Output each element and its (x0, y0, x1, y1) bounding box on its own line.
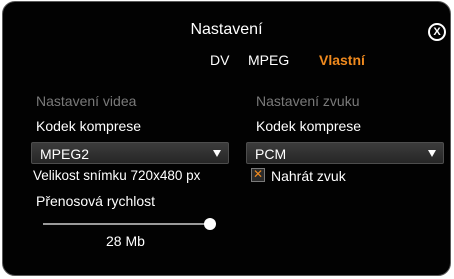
close-icon: X (433, 25, 441, 38)
audio-codec-dropdown[interactable]: PCM (246, 142, 444, 164)
video-codec-value: MPEG2 (40, 146, 90, 162)
tab-custom[interactable]: Vlastní (319, 52, 365, 68)
bitrate-slider-thumb[interactable] (204, 218, 216, 230)
audio-section-title: Nastavení zvuku (256, 93, 360, 109)
checkmark-icon: ✕ (253, 167, 264, 181)
tab-mpeg[interactable]: MPEG (248, 52, 289, 68)
chevron-down-icon (428, 150, 436, 157)
video-section-title: Nastavení videa (36, 93, 137, 109)
dialog-title: Nastavení (190, 21, 263, 38)
frame-size-text: Velikost snímku 720x480 px (33, 168, 201, 183)
settings-dialog: Nastavení X DV MPEG Vlastní Nastavení vi… (2, 1, 451, 276)
video-codec-dropdown[interactable]: MPEG2 (31, 142, 229, 164)
tab-dv[interactable]: DV (210, 52, 229, 68)
bitrate-slider-track[interactable] (43, 223, 211, 225)
record-audio-checkbox[interactable]: ✕ (251, 167, 265, 182)
chevron-down-icon (213, 150, 221, 157)
close-button[interactable]: X (428, 23, 446, 41)
audio-codec-label: Kodek komprese (256, 118, 362, 134)
bitrate-value: 28 Mb (106, 233, 145, 249)
bitrate-label: Přenosová rychlost (36, 193, 156, 209)
video-codec-label: Kodek komprese (36, 118, 142, 134)
record-audio-label[interactable]: Nahrát zvuk (271, 168, 346, 184)
audio-codec-value: PCM (255, 146, 287, 162)
